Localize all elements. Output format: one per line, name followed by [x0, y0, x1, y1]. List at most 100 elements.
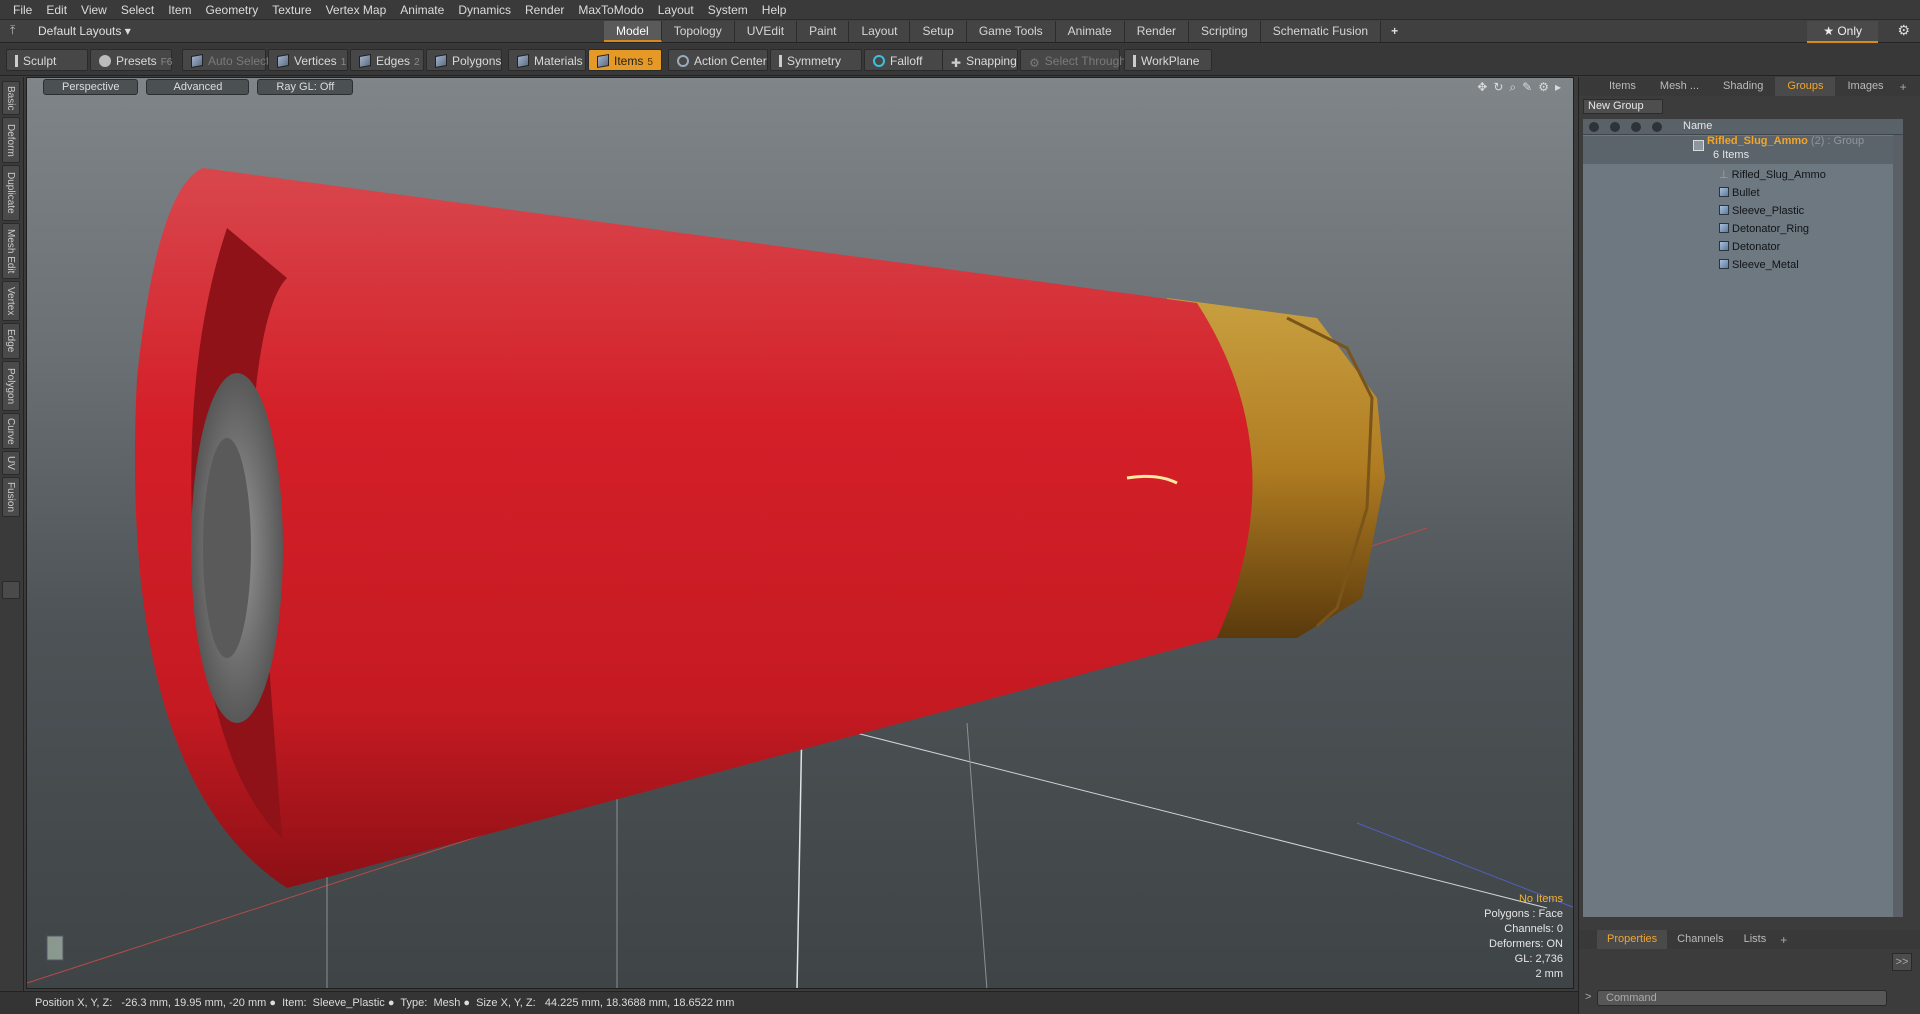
command-prompt-icon: > [1585, 991, 1592, 1003]
pin-icon[interactable]: ⤒ [10, 23, 15, 38]
polygons-button[interactable]: Polygons [426, 49, 502, 71]
edges-button[interactable]: Edges 2 [350, 49, 424, 71]
materials-button[interactable]: Materials [508, 49, 586, 71]
tab-shading[interactable]: Shading [1711, 77, 1775, 96]
lefttab-uv[interactable]: UV [2, 451, 20, 475]
action-center-button[interactable]: Action Center [668, 49, 768, 71]
list-item[interactable]: Sleeve_Plastic [1583, 202, 1903, 220]
lefttab-vertex[interactable]: Vertex [2, 281, 20, 321]
tab-game-tools[interactable]: Game Tools [966, 21, 1056, 42]
presets-button[interactable]: Presets F6 [90, 49, 172, 71]
view-type-button[interactable]: Perspective [43, 79, 139, 95]
rotate-icon[interactable]: ↻ [1493, 80, 1503, 95]
tab-lists[interactable]: Lists [1734, 930, 1777, 949]
command-input[interactable]: Command [1597, 990, 1887, 1006]
tab-paint[interactable]: Paint [797, 21, 850, 42]
workplane-button[interactable]: WorkPlane [1124, 49, 1212, 71]
status-bar: Position X, Y, Z: -26.3 mm, 19.95 mm, -2… [0, 991, 1580, 1014]
layout-selector[interactable]: Default Layouts ▾ [38, 24, 131, 38]
tab-scripting[interactable]: Scripting [1189, 21, 1261, 42]
lefttab-mesh-edit[interactable]: Mesh Edit [2, 223, 20, 279]
menu-bar: File Edit View Select Item Geometry Text… [0, 0, 1920, 20]
raygl-button[interactable]: Ray GL: Off [257, 79, 354, 95]
tab-animate[interactable]: Animate [1055, 21, 1125, 42]
tab-items[interactable]: Items [1597, 77, 1648, 96]
group-row[interactable]: Rifled_Slug_Ammo (2) : Group 6 Items [1583, 135, 1903, 164]
sculpt-button[interactable]: Sculpt [6, 49, 88, 71]
falloff-button[interactable]: Falloff [864, 49, 944, 71]
menu-layout[interactable]: Layout [651, 0, 701, 20]
select-through-button[interactable]: ⚙ Select Through [1020, 49, 1126, 71]
tab-schematic-fusion[interactable]: Schematic Fusion [1260, 21, 1382, 42]
lefttab-polygon[interactable]: Polygon [2, 361, 20, 411]
snapping-button[interactable]: ✚ Snapping [942, 49, 1018, 71]
tab-channels[interactable]: Channels [1667, 930, 1733, 949]
tab-render[interactable]: Render [1124, 21, 1190, 42]
expand-panel-button[interactable]: >> [1892, 953, 1912, 971]
name-column-header[interactable]: Name [1683, 120, 1712, 132]
expand-arrow-icon[interactable]: ▸ [1555, 80, 1561, 95]
edges-icon [359, 53, 371, 69]
tab-mesh[interactable]: Mesh ... [1648, 77, 1711, 96]
lefttab-duplicate[interactable]: Duplicate [2, 165, 20, 221]
action-center-icon [677, 55, 689, 67]
tab-images[interactable]: Images [1835, 77, 1895, 96]
menu-select[interactable]: Select [114, 0, 161, 20]
tab-model[interactable]: Model [604, 21, 662, 42]
shading-mode-button[interactable]: Advanced [146, 79, 250, 95]
tab-properties[interactable]: Properties [1597, 930, 1668, 949]
3d-viewport[interactable]: Perspective Advanced Ray GL: Off ✥ ↻ ⌕ ✎… [26, 77, 1574, 989]
lefttab-edge[interactable]: Edge [2, 323, 20, 359]
tab-topology[interactable]: Topology [661, 21, 735, 42]
menu-texture[interactable]: Texture [265, 0, 318, 20]
zoom-icon[interactable]: ⌕ [1509, 80, 1516, 95]
add-tab-icon[interactable]: + [1381, 21, 1408, 42]
vertices-button[interactable]: Vertices 1 [268, 49, 348, 71]
gear-icon[interactable]: ⚙ [1897, 22, 1910, 39]
tab-layout[interactable]: Layout [849, 21, 911, 42]
lefttab-extra[interactable] [2, 581, 20, 599]
lefttab-curve[interactable]: Curve [2, 413, 20, 449]
viewport-gear-icon[interactable]: ⚙ [1538, 80, 1549, 95]
tool-bar: Sculpt Presets F6 Auto Select Vertices 1 E… [0, 44, 1920, 76]
viewport-header: Perspective Advanced Ray GL: Off [27, 78, 1573, 96]
menu-vertex-map[interactable]: Vertex Map [319, 0, 394, 20]
list-item[interactable]: Sleeve_Metal [1583, 256, 1903, 274]
list-item[interactable]: Detonator [1583, 238, 1903, 256]
menu-animate[interactable]: Animate [393, 0, 451, 20]
menu-view[interactable]: View [74, 0, 114, 20]
panel-tabs: Items Mesh ... Shading Groups Images + [1579, 77, 1920, 96]
mesh-icon [1719, 223, 1729, 233]
lefttab-basic[interactable]: Basic [2, 81, 20, 115]
symmetry-button[interactable]: Symmetry [770, 49, 862, 71]
menu-item[interactable]: Item [161, 0, 198, 20]
pan-icon[interactable]: ✥ [1477, 80, 1487, 95]
panel-add-icon[interactable]: + [1900, 80, 1907, 94]
lock-column-icon [1631, 122, 1641, 132]
tab-setup[interactable]: Setup [910, 21, 967, 42]
list-item[interactable]: Detonator_Ring [1583, 220, 1903, 238]
info-scale: 2 mm [1535, 968, 1564, 980]
menu-edit[interactable]: Edit [39, 0, 74, 20]
bottom-add-icon[interactable]: + [1780, 933, 1787, 947]
menu-render[interactable]: Render [518, 0, 571, 20]
tab-uvedit[interactable]: UVEdit [734, 21, 798, 42]
menu-help[interactable]: Help [755, 0, 794, 20]
pencil-icon[interactable]: ✎ [1522, 80, 1532, 95]
tree-scrollbar[interactable] [1893, 135, 1903, 917]
items-button[interactable]: Items 5 [588, 49, 662, 71]
tab-groups[interactable]: Groups [1775, 77, 1836, 96]
list-item[interactable]: Bullet [1583, 184, 1903, 202]
new-group-button[interactable]: New Group [1583, 99, 1663, 114]
menu-system[interactable]: System [701, 0, 755, 20]
lefttab-fusion[interactable]: Fusion [2, 477, 20, 517]
auto-select-button[interactable]: Auto Select [182, 49, 269, 71]
menu-dynamics[interactable]: Dynamics [451, 0, 518, 20]
menu-maxtomodo[interactable]: MaxToModo [571, 0, 650, 20]
menu-file[interactable]: File [6, 0, 39, 20]
list-item[interactable]: ⊥ Rifled_Slug_Ammo [1583, 166, 1903, 184]
menu-geometry[interactable]: Geometry [199, 0, 266, 20]
info-polygons: Polygons : Face [1484, 908, 1563, 920]
only-toggle[interactable]: ★ Only [1807, 21, 1878, 43]
lefttab-deform[interactable]: Deform [2, 117, 20, 163]
